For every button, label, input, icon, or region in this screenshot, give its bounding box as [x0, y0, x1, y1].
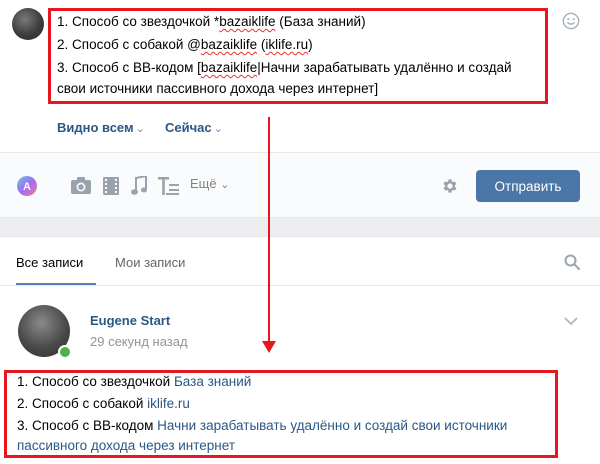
post-line-2: 2. Способ с собакой iklife.ru [17, 396, 190, 411]
chevron-down-icon: ⌄ [135, 123, 145, 135]
music-icon[interactable] [131, 176, 147, 196]
post-line-3: 3. Способ с BB-кодом Начни зарабатывать … [17, 418, 508, 433]
chevron-down-icon[interactable] [564, 316, 578, 326]
composer-avatar[interactable] [12, 8, 44, 40]
composer-line-1: 1. Способ со звездочкой *bazaiklife (Баз… [57, 14, 366, 29]
timing-dropdown[interactable]: Сейчас ⌄ [165, 120, 223, 135]
post-link[interactable]: iklife.ru [147, 396, 190, 411]
post-link[interactable]: Начни зарабатывать удалённо и создай сво… [157, 418, 507, 433]
post-link[interactable]: База знаний [174, 374, 251, 389]
tab-all-posts[interactable]: Все записи [16, 255, 83, 270]
post-timestamp[interactable]: 29 секунд назад [90, 334, 188, 349]
section-gap [0, 218, 600, 236]
composer-line-2: 2. Способ с собакой @bazaiklife (iklife.… [57, 37, 313, 52]
composer-line-4: свои источники пассивного дохода через и… [57, 81, 379, 96]
search-icon[interactable] [564, 254, 580, 270]
divider [0, 236, 600, 237]
text-format-icon[interactable] [158, 177, 180, 195]
chevron-down-icon: ⌄ [220, 179, 230, 191]
video-icon[interactable] [103, 177, 119, 195]
camera-icon[interactable] [70, 177, 92, 195]
emoji-icon[interactable] [562, 12, 580, 30]
post-author-name[interactable]: Eugene Start [90, 313, 170, 328]
gear-icon[interactable] [441, 177, 459, 195]
send-button[interactable]: Отправить [476, 170, 580, 202]
online-status-indicator [58, 345, 72, 359]
poster-icon[interactable]: A [16, 175, 38, 197]
composer-line-3: 3. Способ с BB-кодом [bazaiklife|Начни з… [57, 60, 512, 75]
post-line-4: пассивного дохода через интернет [17, 436, 235, 455]
svg-text:A: A [23, 181, 31, 193]
tab-my-posts[interactable]: Мои записи [115, 255, 185, 270]
annotation-arrow-head [262, 341, 276, 353]
annotation-arrow-shaft [268, 117, 270, 345]
more-attachments-button[interactable]: Ещё ⌄ [190, 176, 229, 191]
visibility-dropdown[interactable]: Видно всем ⌄ [57, 120, 145, 135]
divider [0, 285, 600, 286]
post-link[interactable]: пассивного дохода через интернет [17, 438, 235, 453]
chevron-down-icon: ⌄ [213, 123, 223, 135]
post-line-1: 1. Способ со звездочкой База знаний [17, 374, 252, 389]
